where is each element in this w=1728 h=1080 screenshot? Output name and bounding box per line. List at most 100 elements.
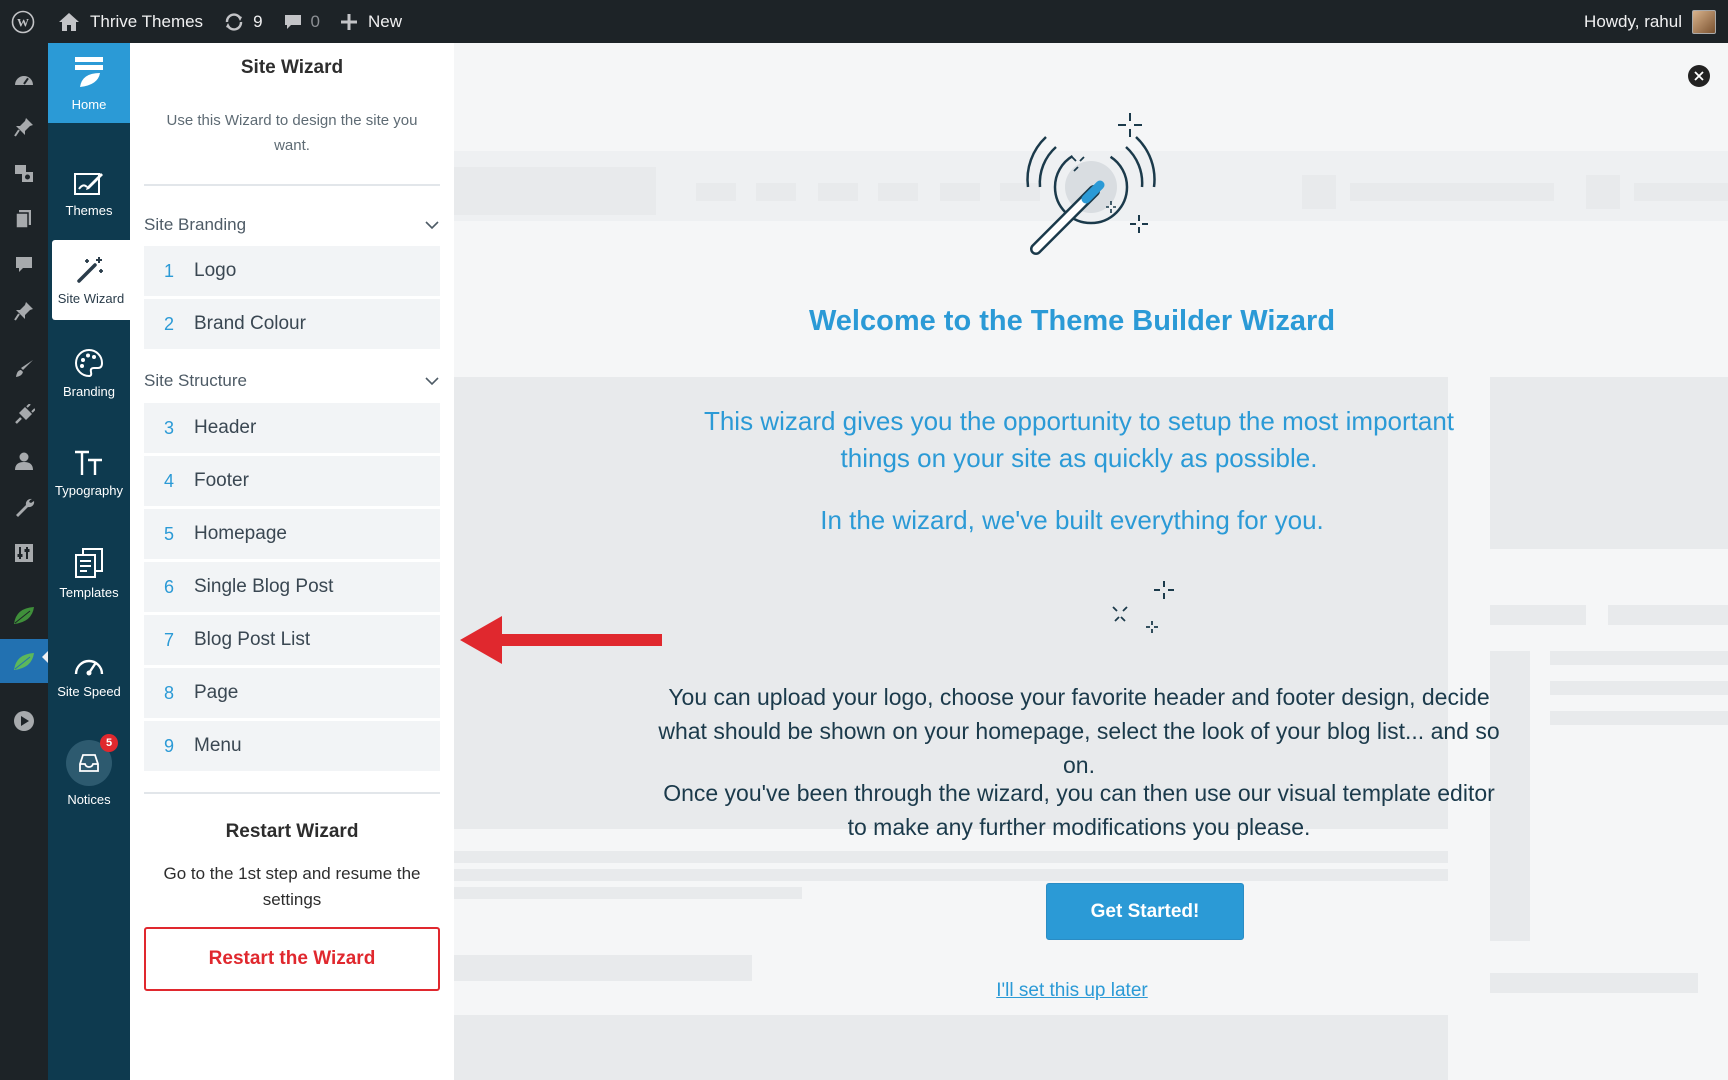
step-number: 7 — [163, 629, 174, 650]
nav-site-speed[interactable]: Site Speed — [48, 640, 130, 712]
step-label: Menu — [194, 735, 242, 756]
step-logo[interactable]: 1 Logo — [144, 246, 440, 296]
close-wizard-button[interactable] — [1688, 65, 1710, 87]
sparkles-icon — [1112, 581, 1174, 633]
step-page[interactable]: 8 Page — [144, 668, 440, 718]
nav-themes[interactable]: Themes — [48, 153, 130, 233]
thrive-leaf-menu-item[interactable] — [0, 597, 48, 633]
step-label: Single Blog Post — [194, 576, 334, 597]
wizard-steps-panel: Site Wizard Use this Wizard to design th… — [130, 43, 454, 1080]
restart-wizard-button[interactable]: Restart the Wizard — [144, 927, 440, 991]
bg-placeholder — [1608, 605, 1728, 625]
posts-menu-item[interactable] — [0, 109, 48, 145]
chevron-down-icon — [425, 377, 439, 386]
step-footer[interactable]: 4 Footer — [144, 456, 440, 506]
wrench-icon — [16, 498, 35, 517]
nav-home[interactable]: Home — [48, 43, 130, 123]
users-menu-item[interactable] — [0, 443, 48, 479]
plus-icon — [341, 13, 357, 30]
pin-icon — [14, 302, 33, 321]
get-started-button[interactable]: Get Started! — [1046, 883, 1244, 940]
nav-templates[interactable]: Templates — [48, 533, 130, 613]
restart-title: Restart Wizard — [225, 821, 359, 842]
notices-badge: 5 — [100, 733, 118, 752]
comments-link[interactable]: 0 — [273, 0, 330, 43]
avatar — [1692, 9, 1716, 34]
panel-title: Site Wizard — [240, 57, 344, 78]
settings-menu-item[interactable] — [0, 535, 48, 571]
pages-menu-item[interactable] — [0, 201, 48, 237]
bg-placeholder — [878, 183, 918, 201]
nav-site-speed-label: Site Speed — [57, 683, 121, 699]
site-name-link[interactable]: Thrive Themes — [46, 0, 213, 43]
speedometer-icon — [74, 659, 104, 675]
nav-home-label: Home — [71, 96, 107, 112]
set-up-later-link[interactable]: I'll set this up later — [454, 980, 1690, 1002]
video-menu-item[interactable] — [0, 703, 48, 739]
bg-placeholder — [454, 851, 1448, 863]
comment-icon — [284, 14, 301, 29]
bg-placeholder — [818, 183, 858, 201]
step-homepage[interactable]: 5 Homepage — [144, 509, 440, 559]
svg-text:W: W — [17, 15, 29, 29]
bg-placeholder — [1634, 183, 1728, 201]
nav-notices[interactable]: 5 Notices — [48, 733, 130, 813]
nav-site-wizard[interactable]: Site Wizard — [52, 240, 130, 320]
user-icon — [15, 452, 33, 470]
wizard-welcome-area: Welcome to the Theme Builder Wizard This… — [454, 43, 1728, 1080]
thrive-dashboard-menu-item[interactable] — [0, 639, 48, 683]
nav-site-wizard-label: Site Wizard — [57, 290, 125, 306]
inbox-icon — [79, 753, 99, 772]
step-blog-post-list[interactable]: 7 Blog Post List — [144, 615, 440, 665]
updates-count: 9 — [253, 11, 263, 31]
bg-placeholder — [1350, 183, 1554, 201]
media-menu-item[interactable] — [0, 155, 48, 191]
thrive-logo-icon — [75, 56, 103, 87]
step-label: Header — [194, 417, 257, 438]
comments-count: 0 — [310, 11, 320, 31]
pin-menu-item[interactable] — [0, 293, 48, 329]
new-label: New — [368, 11, 403, 31]
step-brand-colour[interactable]: 2 Brand Colour — [144, 299, 440, 349]
user-account-menu[interactable]: Howdy, rahul — [1574, 0, 1728, 43]
step-header[interactable]: 3 Header — [144, 403, 440, 453]
appearance-menu-item[interactable] — [0, 351, 48, 387]
step-number: 1 — [163, 260, 174, 281]
step-menu[interactable]: 9 Menu — [144, 721, 440, 771]
step-number: 5 — [163, 523, 174, 544]
themes-icon — [74, 172, 103, 195]
new-content-link[interactable]: New — [330, 0, 412, 43]
intro-text-secondary: In the wizard, we've built everything fo… — [820, 505, 1324, 535]
leaf-icon — [14, 653, 34, 670]
restart-description: Go to the 1st step and resume the settin… — [163, 864, 421, 909]
wordpress-logo-icon[interactable]: W — [0, 0, 46, 43]
typography-icon — [75, 450, 102, 475]
comments-menu-item[interactable] — [0, 247, 48, 283]
annotation-arrow-icon — [460, 616, 662, 664]
nav-templates-label: Templates — [59, 584, 119, 600]
divider — [144, 792, 440, 794]
pages-icon — [15, 210, 31, 229]
section-site-structure-header[interactable]: Site Structure — [144, 371, 440, 391]
bg-placeholder — [1586, 175, 1620, 209]
bg-placeholder — [454, 1015, 1448, 1080]
divider — [144, 184, 440, 186]
media-icon — [15, 165, 33, 182]
nav-typography[interactable]: Typography — [48, 433, 130, 513]
magic-wand-illustration-icon — [1026, 113, 1156, 255]
section-title: Site Branding — [144, 215, 247, 234]
step-number: 9 — [163, 735, 174, 756]
nav-typography-label: Typography — [55, 482, 123, 498]
nav-branding[interactable]: Branding — [48, 333, 130, 413]
templates-icon — [75, 547, 103, 578]
tools-menu-item[interactable] — [0, 489, 48, 525]
bg-placeholder — [454, 955, 752, 981]
section-site-branding-header[interactable]: Site Branding — [144, 215, 440, 235]
brush-icon — [16, 360, 33, 377]
step-single-blog-post[interactable]: 6 Single Blog Post — [144, 562, 440, 612]
updates-link[interactable]: 9 — [213, 0, 272, 43]
plugins-menu-item[interactable] — [0, 397, 48, 433]
dashboard-menu-item[interactable] — [0, 63, 48, 99]
bg-placeholder — [454, 887, 802, 899]
bg-placeholder — [1550, 711, 1728, 725]
